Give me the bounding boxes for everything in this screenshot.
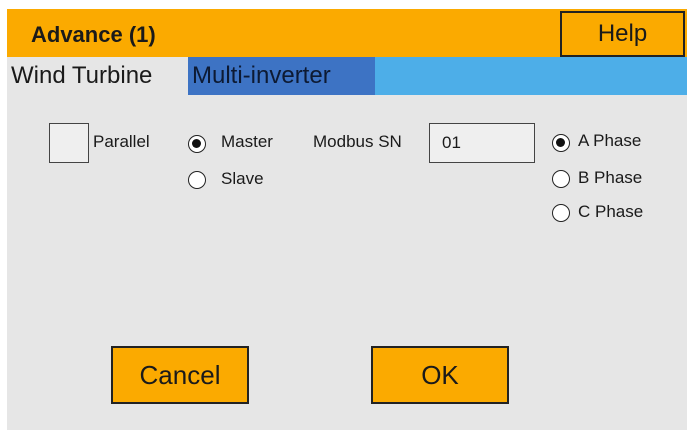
tab-bar: Wind Turbine Multi-inverter <box>7 57 687 95</box>
b-phase-radio[interactable] <box>552 170 570 188</box>
cancel-button[interactable]: Cancel <box>111 346 249 404</box>
c-phase-label: C Phase <box>578 202 644 221</box>
dialog-title: Advance (1) <box>31 22 156 47</box>
title-bar: Advance (1) Help <box>7 9 687 57</box>
modbus-sn-label: Modbus SN <box>313 132 402 151</box>
tab-wind-turbine[interactable]: Wind Turbine <box>7 57 188 95</box>
slave-radio[interactable] <box>188 171 206 189</box>
tab-multi-inverter[interactable]: Multi-inverter <box>188 57 375 95</box>
master-label: Master <box>221 132 273 151</box>
help-button[interactable]: Help <box>560 11 685 57</box>
slave-label: Slave <box>221 169 264 188</box>
ok-button[interactable]: OK <box>371 346 509 404</box>
b-phase-label: B Phase <box>578 168 643 187</box>
a-phase-radio[interactable] <box>552 134 570 152</box>
parallel-checkbox[interactable] <box>49 123 89 163</box>
master-radio[interactable] <box>188 135 206 153</box>
a-phase-label: A Phase <box>578 131 642 150</box>
advance-dialog: Advance (1) Help Wind Turbine Multi-inve… <box>7 9 687 430</box>
parallel-label: Parallel <box>93 132 150 151</box>
modbus-sn-input[interactable]: 01 <box>429 123 535 163</box>
c-phase-radio[interactable] <box>552 204 570 222</box>
